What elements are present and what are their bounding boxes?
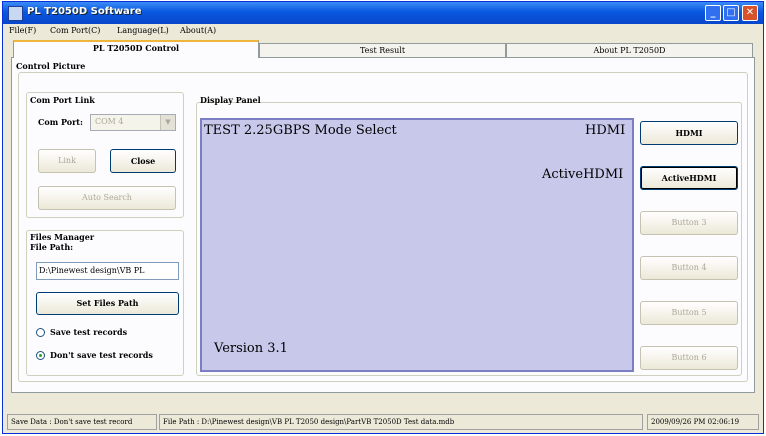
app-icon bbox=[8, 6, 23, 21]
display-mode-active-hdmi: ActiveHDMI bbox=[542, 167, 624, 182]
display-mode-line: TEST 2.25GBPS Mode Select bbox=[204, 123, 397, 138]
auto-search-button[interactable]: Auto Search bbox=[38, 186, 176, 210]
button-4[interactable]: Button 4 bbox=[640, 256, 738, 280]
app-window: PL T2050D Software _ □ ✕ File(F) Com Por… bbox=[2, 1, 764, 434]
status-file-path: File Path : D:\Pinewest design\VB PL T20… bbox=[159, 414, 643, 430]
control-section-label: Control Picture bbox=[16, 61, 86, 71]
save-records-label[interactable]: Save test records bbox=[50, 327, 127, 337]
close-window-button[interactable]: ✕ bbox=[742, 5, 758, 21]
tab-control[interactable]: PL T2050D Control bbox=[13, 40, 259, 58]
menu-file[interactable]: File(F) bbox=[9, 26, 36, 35]
set-files-path-button[interactable]: Set Files Path bbox=[36, 292, 179, 315]
display-version: Version 3.1 bbox=[214, 341, 288, 356]
active-hdmi-button[interactable]: ActiveHDMI bbox=[640, 166, 738, 190]
com-port-label: Com Port: bbox=[38, 117, 83, 127]
link-button[interactable]: Link bbox=[38, 149, 96, 173]
button-3[interactable]: Button 3 bbox=[640, 211, 738, 235]
file-path-label: File Path: bbox=[30, 242, 74, 252]
maximize-button[interactable]: □ bbox=[723, 5, 739, 21]
save-records-radio[interactable] bbox=[36, 328, 45, 337]
dont-save-records-label[interactable]: Don't save test records bbox=[50, 350, 153, 360]
hdmi-button[interactable]: HDMI bbox=[640, 121, 738, 145]
com-port-value: COM 4 bbox=[95, 117, 124, 126]
menu-about[interactable]: About(A) bbox=[180, 26, 216, 35]
window-title: PL T2050D Software bbox=[27, 6, 142, 17]
title-bar[interactable]: PL T2050D Software _ □ ✕ bbox=[3, 2, 763, 24]
button-6[interactable]: Button 6 bbox=[640, 346, 738, 370]
display-screen: TEST 2.25GBPS Mode Select HDMI ActiveHDM… bbox=[200, 118, 634, 372]
menu-com-port[interactable]: Com Port(C) bbox=[50, 26, 100, 35]
com-port-select[interactable]: COM 4 ▼ bbox=[90, 114, 176, 131]
dont-save-records-radio[interactable] bbox=[36, 351, 45, 360]
status-save-data: Save Data : Don't save test record bbox=[7, 414, 157, 430]
tab-page-control: Control Picture Com Port Link Com Port: … bbox=[11, 57, 755, 393]
display-mode-hdmi: HDMI bbox=[585, 123, 626, 138]
com-port-group-title: Com Port Link bbox=[30, 95, 95, 105]
tab-test-result[interactable]: Test Result bbox=[259, 43, 506, 57]
close-port-button[interactable]: Close bbox=[110, 149, 176, 173]
status-bar: Save Data : Don't save test record File … bbox=[3, 411, 763, 433]
menu-language[interactable]: Language(L) bbox=[117, 26, 169, 35]
chevron-down-icon[interactable]: ▼ bbox=[160, 115, 175, 130]
display-panel-title: Display Panel bbox=[200, 95, 261, 105]
tab-about[interactable]: About PL T2050D bbox=[506, 43, 753, 57]
tab-strip: PL T2050D Control Test Result About PL T… bbox=[3, 40, 763, 58]
status-datetime: 2009/09/26 PM 02:06:19 bbox=[647, 414, 759, 430]
file-path-input[interactable]: D:\Pinewest design\VB PL bbox=[36, 262, 179, 280]
button-5[interactable]: Button 5 bbox=[640, 301, 738, 325]
menu-bar: File(F) Com Port(C) Language(L) About(A) bbox=[3, 25, 763, 39]
minimize-button[interactable]: _ bbox=[705, 5, 721, 21]
files-manager-title: Files Manager bbox=[30, 232, 95, 242]
